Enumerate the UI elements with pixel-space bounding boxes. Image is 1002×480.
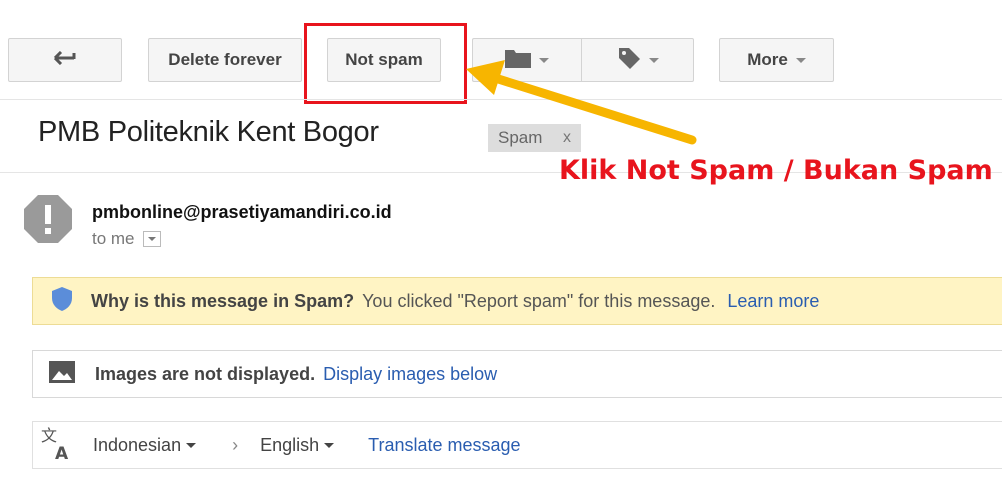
chevron-down-icon: [324, 442, 335, 448]
sender-email: pmbonline@prasetiyamandiri.co.id: [92, 202, 392, 222]
translate-icon: 文 A: [41, 426, 73, 465]
images-banner: Images are not displayed. Display images…: [32, 350, 1002, 398]
warning-avatar-icon: [24, 195, 72, 243]
source-language-label: Indonesian: [93, 434, 182, 455]
translate-bar: 文 A Indonesian › English Translate messa…: [32, 421, 1002, 469]
svg-text:A: A: [55, 444, 69, 460]
chevron-down-icon: [147, 237, 156, 241]
recipient-line: to me: [92, 229, 161, 249]
spam-reason-banner: Why is this message in Spam? You clicked…: [32, 277, 1002, 325]
learn-more-link[interactable]: Learn more: [727, 291, 819, 312]
recipient-label: to me: [92, 229, 135, 248]
chevron-down-icon: [186, 442, 197, 448]
target-language-label: English: [260, 434, 320, 455]
display-images-link[interactable]: Display images below: [323, 364, 497, 385]
images-banner-title: Images are not displayed.: [95, 363, 316, 384]
shield-icon: [51, 286, 73, 317]
spam-banner-title: Why is this message in Spam?: [91, 290, 355, 311]
translate-message-link[interactable]: Translate message: [368, 435, 520, 456]
target-language-select[interactable]: English: [260, 434, 335, 456]
chevron-right-icon: ›: [232, 434, 239, 455]
image-icon: [49, 360, 75, 388]
show-details-button[interactable]: [142, 231, 161, 247]
spam-banner-reason: You clicked "Report spam" for this messa…: [362, 290, 716, 311]
annotation-text: Klik Not Spam / Bukan Spam: [559, 155, 993, 186]
svg-text:文: 文: [41, 426, 57, 445]
source-language-select[interactable]: Indonesian: [93, 434, 197, 456]
